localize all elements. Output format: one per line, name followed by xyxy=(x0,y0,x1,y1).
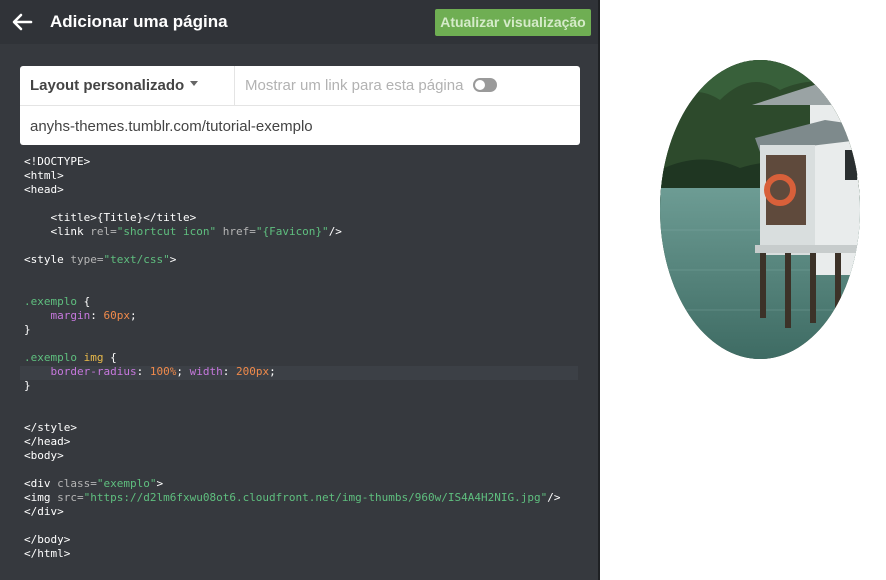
show-link-setting: Mostrar um link para esta página xyxy=(235,66,580,106)
code-token: 200px xyxy=(235,365,270,378)
code-line: </html> xyxy=(24,547,560,561)
code-line: } xyxy=(24,323,560,337)
page-url-field[interactable]: anyhs-themes.tumblr.com/tutorial-exemplo xyxy=(30,118,313,135)
code-line: border-radius: 100%; width: 200px; xyxy=(24,365,560,379)
code-line: </div> xyxy=(24,505,560,519)
code-token: class= xyxy=(57,477,97,490)
layout-select-label: Layout personalizado xyxy=(30,77,185,94)
page-title: Adicionar uma página xyxy=(50,12,228,31)
code-token: > xyxy=(156,477,164,490)
code-token: ; xyxy=(176,365,190,378)
code-token: { xyxy=(76,295,91,308)
code-token: ; xyxy=(130,309,137,322)
code-line: .exemplo img { xyxy=(24,351,560,365)
code-line: .exemplo { xyxy=(24,295,560,309)
code-editor[interactable]: <!DOCTYPE> <html> <head> <title>{Title}</t… xyxy=(24,155,560,561)
code-token: "{Favicon}" xyxy=(255,225,329,238)
page-settings-panel: Layout personalizado Mostrar um link par… xyxy=(20,66,580,145)
stilt-house-photo xyxy=(660,60,860,359)
code-line: </body> xyxy=(24,533,560,547)
code-token: <title>{Title}</title> xyxy=(24,211,197,224)
preview-image xyxy=(660,60,860,359)
code-line: <style type="text/css"> xyxy=(24,253,560,267)
code-token: </html> xyxy=(24,547,71,560)
code-token: /> xyxy=(328,225,342,238)
code-token: border-radius xyxy=(50,365,137,378)
code-line: <!DOCTYPE> xyxy=(24,155,560,169)
code-line: <body> xyxy=(24,449,560,463)
toggle-knob xyxy=(475,80,485,90)
code-token: : xyxy=(90,309,104,322)
chevron-down-icon xyxy=(190,81,198,86)
code-token: </head> xyxy=(24,435,71,448)
code-line: <div class="exemplo"> xyxy=(24,477,560,491)
code-line: } xyxy=(24,379,560,393)
show-link-toggle[interactable] xyxy=(473,78,497,92)
code-line: <html> xyxy=(24,169,560,183)
show-link-label: Mostrar um link para esta página xyxy=(245,77,464,94)
code-token: </body> xyxy=(24,533,71,546)
code-line: <link rel="shortcut icon" href="{Favicon… xyxy=(24,225,560,239)
code-token: "exemplo" xyxy=(96,477,157,490)
code-token: margin xyxy=(50,309,91,322)
code-token: <link xyxy=(24,225,91,238)
code-token: type= xyxy=(70,253,104,266)
code-token: .exemplo xyxy=(24,351,77,364)
code-token: "text/css" xyxy=(103,253,170,266)
code-token: 100% xyxy=(149,365,177,378)
code-line: <head> xyxy=(24,183,560,197)
top-bar: Adicionar uma página Atualizar visualiza… xyxy=(0,0,598,44)
code-token: <!DOCTYPE> xyxy=(24,155,91,168)
code-token: "https://d2lm6fxwu08ot6.cloudfront.net/i… xyxy=(83,491,548,504)
code-token: img xyxy=(83,351,104,364)
code-token: : xyxy=(222,365,236,378)
code-token: <body> xyxy=(24,449,64,462)
code-token: : xyxy=(136,365,150,378)
code-token: { xyxy=(103,351,117,364)
code-token: <head> xyxy=(24,183,64,196)
code-token: <img xyxy=(24,491,58,504)
code-line: margin: 60px; xyxy=(24,309,560,323)
pane-divider xyxy=(598,0,600,580)
code-token: > xyxy=(169,253,177,266)
code-token: } xyxy=(24,323,31,336)
code-token: .exemplo xyxy=(24,295,77,308)
layout-select[interactable]: Layout personalizado xyxy=(20,66,235,106)
code-token: "shortcut icon" xyxy=(116,225,217,238)
code-token: src= xyxy=(57,491,84,504)
code-token: rel= xyxy=(90,225,117,238)
code-line: </head> xyxy=(24,435,560,449)
code-token: /> xyxy=(547,491,561,504)
arrow-left-icon[interactable] xyxy=(10,10,34,34)
code-token: } xyxy=(24,379,31,392)
code-line: </style> xyxy=(24,421,560,435)
code-token: 60px xyxy=(103,309,131,322)
code-token: ; xyxy=(269,365,276,378)
code-line: <img src="https://d2lm6fxwu08ot6.cloudfr… xyxy=(24,491,560,505)
code-token: width xyxy=(189,365,223,378)
editor-panel: Adicionar uma página Atualizar visualiza… xyxy=(0,0,598,580)
code-line: <title>{Title}</title> xyxy=(24,211,560,225)
update-preview-button[interactable]: Atualizar visualização xyxy=(435,9,591,36)
code-token: </style> xyxy=(24,421,77,434)
code-token: <html> xyxy=(24,169,64,182)
code-token: <div xyxy=(24,477,58,490)
code-token: <style xyxy=(24,253,71,266)
code-token: href= xyxy=(216,225,256,238)
code-token: </div> xyxy=(24,505,64,518)
